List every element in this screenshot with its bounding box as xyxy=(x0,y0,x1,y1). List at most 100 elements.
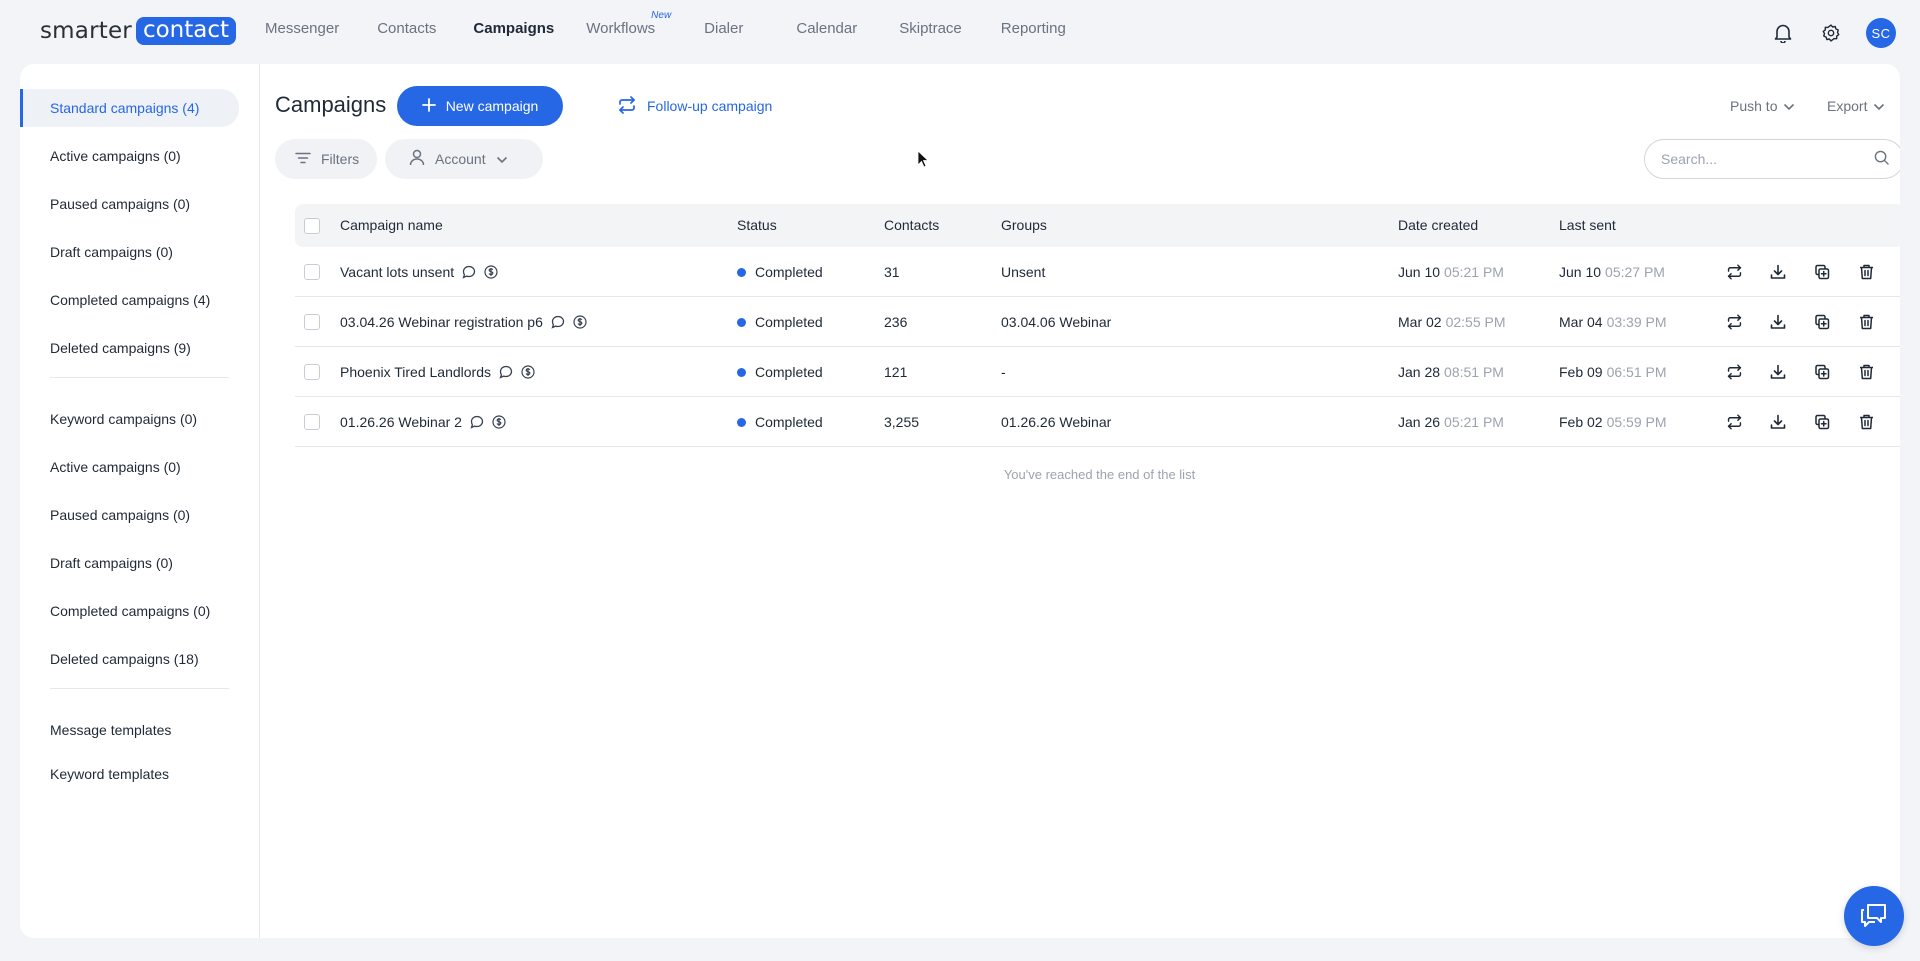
trash-icon[interactable] xyxy=(1856,362,1876,382)
repeat-icon[interactable] xyxy=(1724,412,1744,432)
column-header-name[interactable]: Campaign name xyxy=(340,204,443,247)
nav-dialer[interactable]: Dialer xyxy=(704,20,743,42)
table-body: Vacant lots unsent Completed 31 Unsent J… xyxy=(295,247,1900,447)
gear-icon[interactable] xyxy=(1818,20,1844,46)
sidebar-item-keyword-paused[interactable]: Paused campaigns (0) xyxy=(20,496,239,534)
campaign-name[interactable]: 01.26.26 Webinar 2 xyxy=(340,397,462,447)
account-dropdown[interactable]: Account xyxy=(385,139,543,179)
date-created-time: 05:21 PM xyxy=(1444,264,1504,280)
export-dropdown[interactable]: Export xyxy=(1827,86,1885,126)
brand-logo[interactable]: smarter contact xyxy=(40,17,237,45)
status-cell: Completed xyxy=(737,247,823,297)
status-dot xyxy=(737,267,746,277)
download-icon[interactable] xyxy=(1768,412,1788,432)
trash-icon[interactable] xyxy=(1856,412,1876,432)
sidebar-item-keyword-completed[interactable]: Completed campaigns (0) xyxy=(20,592,239,630)
sidebar-item-keyword-templates[interactable]: Keyword templates xyxy=(20,755,239,793)
download-icon[interactable] xyxy=(1768,312,1788,332)
column-header-contacts[interactable]: Contacts xyxy=(884,204,939,247)
campaign-name-cell[interactable]: Vacant lots unsent xyxy=(340,247,498,297)
follow-up-campaign-button[interactable]: Follow-up campaign xyxy=(617,86,772,126)
download-icon[interactable] xyxy=(1768,262,1788,282)
contacts-cell: 3,255 xyxy=(884,414,920,430)
campaign-name-cell[interactable]: 03.04.26 Webinar registration p6 xyxy=(340,297,587,347)
row-checkbox[interactable] xyxy=(304,263,320,280)
trash-icon[interactable] xyxy=(1856,312,1876,332)
sidebar-item-keyword-deleted[interactable]: Deleted campaigns (18) xyxy=(20,640,239,678)
search-input[interactable] xyxy=(1661,151,1851,167)
dollar-icon xyxy=(484,265,498,279)
new-badge: New xyxy=(651,10,672,21)
copy-icon[interactable] xyxy=(1812,262,1832,282)
row-actions xyxy=(1724,247,1876,297)
trash-icon[interactable] xyxy=(1856,262,1876,282)
push-to-dropdown[interactable]: Push to xyxy=(1730,86,1795,126)
copy-icon[interactable] xyxy=(1812,312,1832,332)
date-created-time: 05:21 PM xyxy=(1444,414,1504,430)
column-header-last-sent[interactable]: Last sent xyxy=(1559,204,1616,247)
status-cell: Completed xyxy=(737,347,823,397)
copy-icon[interactable] xyxy=(1812,412,1832,432)
search-box[interactable] xyxy=(1644,139,1900,179)
bell-icon[interactable] xyxy=(1770,20,1796,46)
status-badge: Completed xyxy=(755,264,823,280)
contacts-cell: 31 xyxy=(884,264,900,280)
last-sent-time: 06:51 PM xyxy=(1606,364,1667,380)
table-row[interactable]: Phoenix Tired Landlords Completed 121 - … xyxy=(295,347,1900,397)
sidebar-divider xyxy=(50,377,229,378)
campaign-name-cell[interactable]: Phoenix Tired Landlords xyxy=(340,347,535,397)
sidebar-item-keyword-campaigns[interactable]: Keyword campaigns (0) xyxy=(20,400,239,438)
sidebar-item-keyword-active[interactable]: Active campaigns (0) xyxy=(20,448,239,486)
last-sent-time: 05:59 PM xyxy=(1606,414,1667,430)
campaign-name[interactable]: Phoenix Tired Landlords xyxy=(340,347,491,397)
nav-workflows-label: Workflows xyxy=(586,20,656,37)
last-sent-date: Feb 09 xyxy=(1559,364,1603,380)
sidebar-item-keyword-draft[interactable]: Draft campaigns (0) xyxy=(20,544,239,582)
status-dot xyxy=(737,417,746,427)
status-badge: Completed xyxy=(755,414,823,430)
filters-button[interactable]: Filters xyxy=(275,139,377,179)
table-row[interactable]: 01.26.26 Webinar 2 Completed 3,255 01.26… xyxy=(295,397,1900,447)
row-checkbox[interactable] xyxy=(304,413,320,430)
nav-skiptrace[interactable]: Skiptrace xyxy=(899,20,962,42)
sidebar-item-draft-campaigns[interactable]: Draft campaigns (0) xyxy=(20,233,239,271)
row-checkbox[interactable] xyxy=(304,313,320,330)
copy-icon[interactable] xyxy=(1812,362,1832,382)
sidebar-item-paused-campaigns[interactable]: Paused campaigns (0) xyxy=(20,185,239,223)
row-checkbox[interactable] xyxy=(304,363,320,380)
nav-contacts[interactable]: Contacts xyxy=(377,20,436,42)
avatar[interactable]: SC xyxy=(1866,18,1896,48)
sidebar-item-completed-campaigns[interactable]: Completed campaigns (4) xyxy=(20,281,239,319)
nav-reporting[interactable]: Reporting xyxy=(1001,20,1066,42)
column-header-groups[interactable]: Groups xyxy=(1001,204,1047,247)
page-title: Campaigns xyxy=(275,92,387,117)
nav-calendar[interactable]: Calendar xyxy=(796,20,857,42)
chat-bubble-icon xyxy=(462,265,476,279)
download-icon[interactable] xyxy=(1768,362,1788,382)
chat-support-button[interactable] xyxy=(1844,886,1904,946)
sidebar-item-standard-campaigns[interactable]: Standard campaigns (4) xyxy=(20,89,239,127)
campaign-name[interactable]: Vacant lots unsent xyxy=(340,247,454,297)
nav-campaigns[interactable]: Campaigns xyxy=(473,20,554,42)
nav-messenger[interactable]: Messenger xyxy=(265,20,339,42)
campaign-name[interactable]: 03.04.26 Webinar registration p6 xyxy=(340,297,543,347)
last-sent-cell: Mar 04 03:39 PM xyxy=(1559,297,1667,347)
column-header-date-created[interactable]: Date created xyxy=(1398,204,1478,247)
search-icon[interactable] xyxy=(1874,150,1889,168)
repeat-icon[interactable] xyxy=(1724,362,1744,382)
column-header-status[interactable]: Status xyxy=(737,204,777,247)
groups-cell: Unsent xyxy=(1001,264,1046,280)
date-created-date: Jun 10 xyxy=(1398,264,1441,280)
campaign-name-cell[interactable]: 01.26.26 Webinar 2 xyxy=(340,397,506,447)
nav-workflows[interactable]: Workflows New xyxy=(586,10,671,42)
date-created-date: Mar 02 xyxy=(1398,314,1442,330)
repeat-icon[interactable] xyxy=(1724,312,1744,332)
repeat-icon[interactable] xyxy=(1724,262,1744,282)
select-all-checkbox[interactable] xyxy=(304,217,320,234)
sidebar-item-message-templates[interactable]: Message templates xyxy=(20,711,239,749)
table-row[interactable]: Vacant lots unsent Completed 31 Unsent J… xyxy=(295,247,1900,297)
new-campaign-button[interactable]: New campaign xyxy=(397,86,563,126)
table-row[interactable]: 03.04.26 Webinar registration p6 Complet… xyxy=(295,297,1900,347)
sidebar-item-active-campaigns[interactable]: Active campaigns (0) xyxy=(20,137,239,175)
sidebar-item-deleted-campaigns[interactable]: Deleted campaigns (9) xyxy=(20,329,239,367)
